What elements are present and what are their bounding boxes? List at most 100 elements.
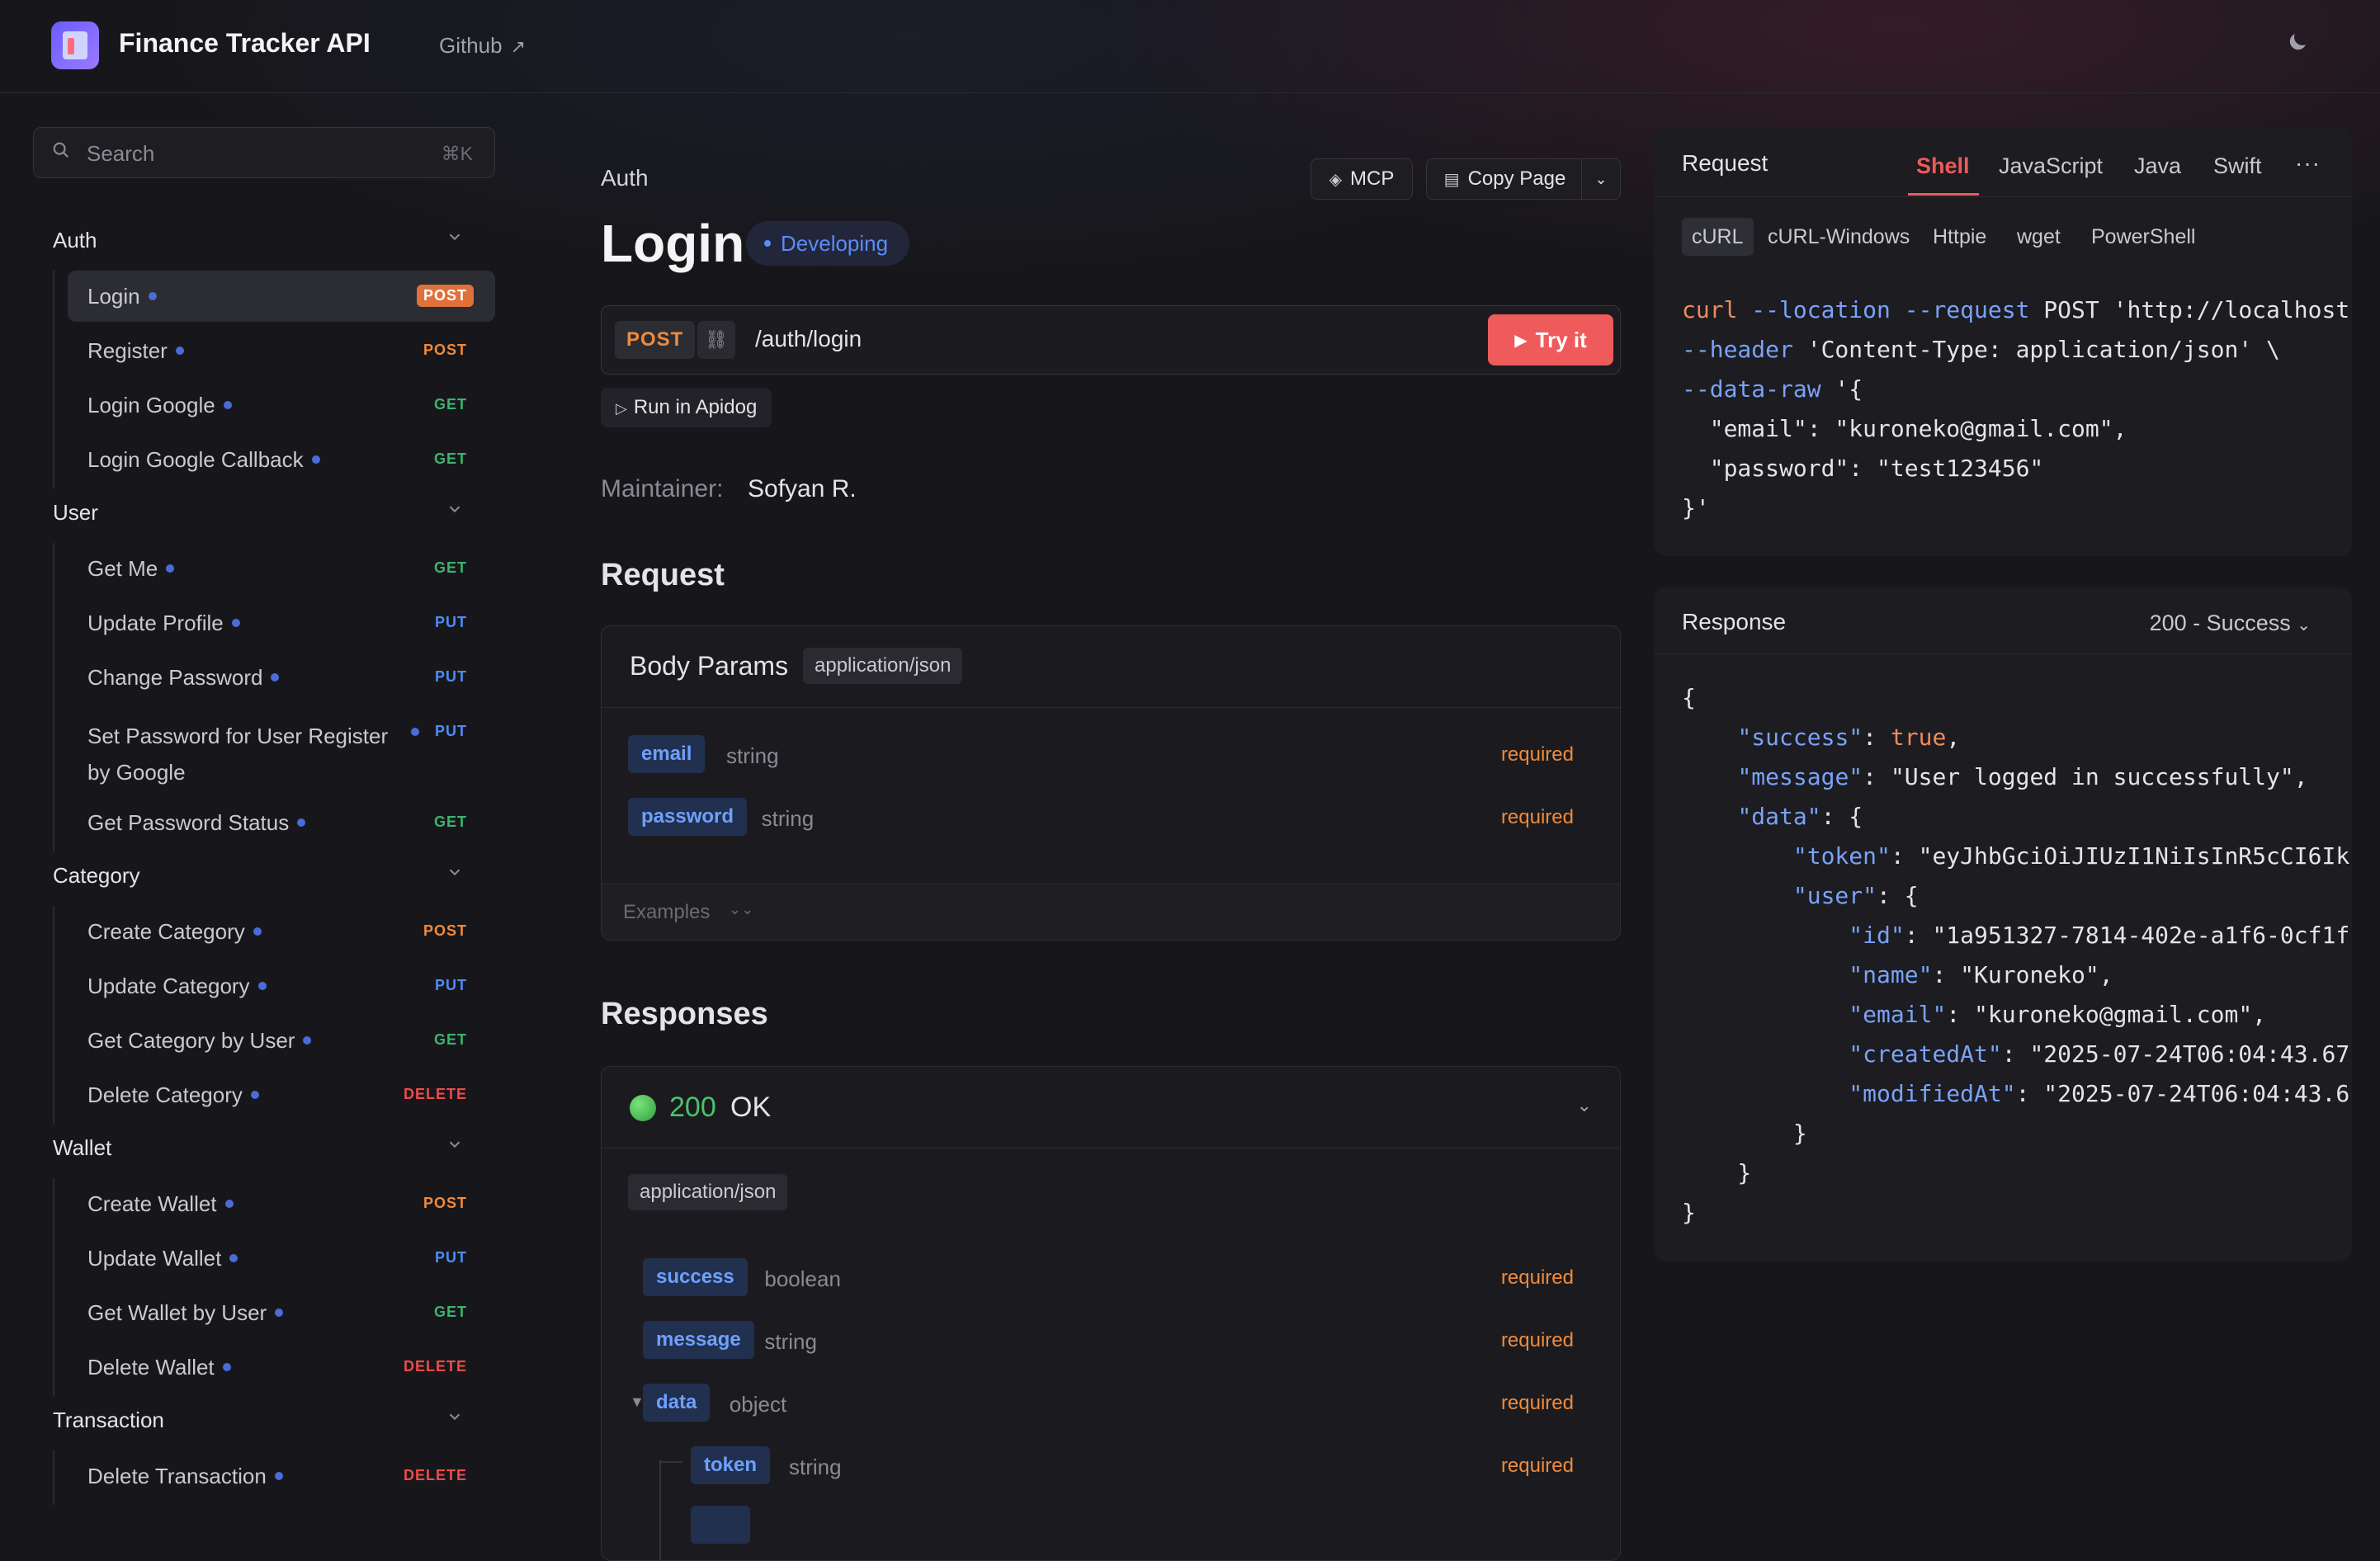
divider <box>1654 196 2352 197</box>
sidebar-item-change-password[interactable]: Change Password PUT <box>68 652 495 703</box>
github-link[interactable]: Github ↗ <box>439 33 526 59</box>
sidebar-item-login[interactable]: Login POST <box>68 271 495 322</box>
chevron-down-icon: ⌄ <box>1594 170 1608 187</box>
chevron-down-icon[interactable] <box>446 228 467 249</box>
breadcrumb[interactable]: Auth <box>601 165 649 191</box>
endpoint-path[interactable]: /auth/login <box>755 326 862 352</box>
sidebar-item-get-me[interactable]: Get Me GET <box>68 543 495 594</box>
sidebar-group-transaction[interactable]: Transaction <box>53 1408 164 1433</box>
moon-icon[interactable] <box>2281 30 2314 63</box>
sidebar-group-category[interactable]: Category <box>53 863 140 889</box>
sidebar-group-auth[interactable]: Auth <box>53 228 97 253</box>
tab-javascript[interactable]: JavaScript <box>1999 153 2103 179</box>
status-dot-icon <box>223 401 232 410</box>
status-dot-icon <box>271 673 280 682</box>
client-tab-httpie[interactable]: Httpie <box>1933 218 1986 256</box>
tree-guide-line <box>53 1450 54 1505</box>
chevron-down-icon[interactable] <box>446 500 467 521</box>
field-name[interactable]: email <box>628 735 706 773</box>
chevron-down-icon[interactable] <box>446 1408 467 1429</box>
status-dot-icon <box>253 927 262 936</box>
tab-swift[interactable]: Swift <box>2213 153 2262 179</box>
responses-heading: Responses <box>601 997 768 1031</box>
client-tab-wget[interactable]: wget <box>2017 218 2061 256</box>
sidebar-item-get-password-status[interactable]: Get Password Status GET <box>68 797 495 848</box>
sidebar-item-create-wallet[interactable]: Create Wallet POST <box>68 1178 495 1229</box>
json-line: "token": "eyJhbGciOiJIUzI1NiIsInR5cCI6Ik <box>1792 842 2350 870</box>
sidebar-item-set-password-for-user-register-by-google[interactable]: Set Password for User Register by Google… <box>68 706 495 794</box>
sidebar-item-update-category[interactable]: Update Category PUT <box>68 960 495 1012</box>
field-name[interactable]: password <box>628 798 748 836</box>
sidebar-item-delete-wallet[interactable]: Delete Wallet DELETE <box>68 1342 495 1393</box>
response-code-block[interactable]: { "success": true, "message": "User logg… <box>1682 678 2349 1233</box>
field-name[interactable]: success <box>643 1258 748 1296</box>
field-required: required <box>1500 1455 1574 1477</box>
try-it-button[interactable]: ▶ Try it <box>1488 314 1613 365</box>
sidebar-item-create-category[interactable]: Create Category POST <box>68 906 495 957</box>
method-badge: PUT <box>435 1249 467 1266</box>
github-label: Github <box>439 33 503 58</box>
play-outline-icon: ▷ <box>616 400 627 417</box>
client-tab-curl[interactable]: cURL <box>1682 218 1754 256</box>
sidebar-item-get-wallet-by-user[interactable]: Get Wallet by User GET <box>68 1287 495 1338</box>
copy-page-dropdown[interactable]: ⌄ <box>1581 158 1621 200</box>
method-badge: GET <box>433 396 467 413</box>
chevron-down-icon: ⌄ <box>1576 1095 1592 1115</box>
tree-guide-line <box>53 271 54 488</box>
field-required: required <box>1500 743 1574 766</box>
sidebar-item-login-google[interactable]: Login Google GET <box>68 380 495 431</box>
chevron-down-icon[interactable] <box>446 863 467 884</box>
content-type-chip[interactable]: application/json <box>803 648 963 684</box>
field-type: string <box>761 806 815 831</box>
status-badge[interactable]: Developing <box>746 221 910 266</box>
response-status-select[interactable]: 200 - Success ⌄ <box>2150 611 2311 636</box>
method-badge: PUT <box>435 668 467 685</box>
status-dot-icon <box>274 1472 283 1481</box>
sidebar-item-update-wallet[interactable]: Update Wallet PUT <box>68 1233 495 1284</box>
method-badge: POST <box>423 342 467 358</box>
clipboard-icon: ▤ <box>1443 170 1460 189</box>
request-code-panel: Request Shell JavaScript Java Swift ··· cUR… <box>1654 129 2352 556</box>
status-dot-icon <box>231 619 240 628</box>
request-panel-title: Request <box>1682 150 1768 176</box>
chevron-down-icon[interactable] <box>446 1135 467 1157</box>
app-logo[interactable] <box>51 21 99 69</box>
app-title[interactable]: Finance Tracker API <box>119 28 371 59</box>
examples-toggle[interactable]: Examples ⌄⌄ <box>602 884 1620 940</box>
sidebar-item-update-profile[interactable]: Update Profile PUT <box>68 597 495 648</box>
method-badge: DELETE <box>403 1467 467 1483</box>
sidebar-item-text: Delete Transaction <box>87 1464 267 1488</box>
json-line: "data": { <box>1737 803 1863 830</box>
mcp-button[interactable]: ◈ MCP <box>1310 158 1413 200</box>
json-line: "email": "kuroneko@gmail.com", <box>1849 1001 2267 1028</box>
sidebar-item-get-category-by-user[interactable]: Get Category by User GET <box>68 1015 495 1066</box>
client-tab-curl-windows[interactable]: cURL-Windows <box>1768 218 1910 256</box>
chevron-down-icon: ⌄ <box>2297 616 2311 634</box>
field-name[interactable] <box>691 1506 750 1544</box>
field-name[interactable]: data <box>643 1384 711 1422</box>
field-name[interactable]: token <box>691 1446 771 1484</box>
sidebar-item-delete-transaction[interactable]: Delete Transaction DELETE <box>68 1450 495 1502</box>
run-in-apidog-button[interactable]: ▷ Run in Apidog <box>601 388 772 427</box>
sidebar-item-delete-category[interactable]: Delete Category DELETE <box>68 1069 495 1120</box>
code-line: --header 'Content-Type: application/json… <box>1682 336 2280 363</box>
sidebar-group-wallet[interactable]: Wallet <box>53 1135 111 1161</box>
client-tab-powershell[interactable]: PowerShell <box>2091 218 2195 256</box>
sidebar-item-login-google-callback[interactable]: Login Google Callback GET <box>68 434 495 485</box>
more-options-icon[interactable]: ··· <box>2295 150 2321 177</box>
copy-page-button[interactable]: ▤ Copy Page <box>1426 158 1583 200</box>
tab-java[interactable]: Java <box>2134 153 2181 179</box>
sidebar-item-label: Update Wallet <box>87 1246 238 1271</box>
status-dot-icon <box>250 1091 259 1100</box>
response-content-type-chip[interactable]: application/json <box>628 1174 788 1210</box>
search-input[interactable]: Search ⌘K <box>33 127 495 178</box>
field-name[interactable]: message <box>643 1321 754 1359</box>
response-200-header[interactable]: 200 OK ⌄ <box>602 1067 1620 1148</box>
tab-shell[interactable]: Shell <box>1916 153 1970 179</box>
sidebar-item-label: Login Google <box>87 393 232 418</box>
link-icon[interactable]: ⛓ <box>697 321 735 359</box>
sidebar-item-register[interactable]: Register POST <box>68 325 495 376</box>
method-badge: GET <box>433 1304 467 1320</box>
sidebar-group-user[interactable]: User <box>53 500 98 526</box>
request-code-block[interactable]: curl --location --request POST 'http://l… <box>1682 290 2349 528</box>
